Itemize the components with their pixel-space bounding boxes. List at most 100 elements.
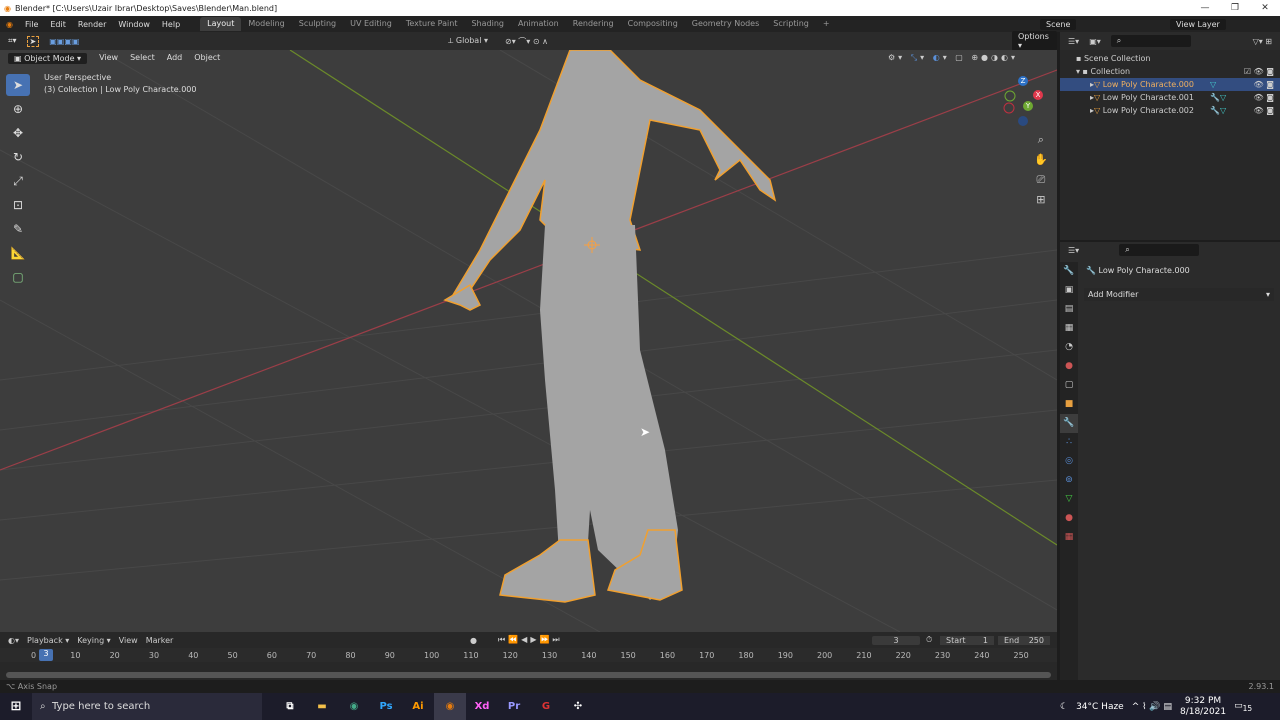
photoshop-icon[interactable]: Ps <box>370 693 402 720</box>
windows-start-icon[interactable]: ⊞ <box>0 693 32 720</box>
playback-controls[interactable]: ⏮⏪◀▶⏩⏭ <box>498 635 563 645</box>
adobe-xd-icon[interactable]: Xd <box>466 693 498 720</box>
gizmo-y[interactable]: Y <box>1025 102 1031 110</box>
menu-edit[interactable]: Edit <box>44 20 72 29</box>
zoom-icon[interactable]: ⌕ <box>1034 130 1048 150</box>
pivot-snap-icons[interactable]: ⊘▾ ⌒▾ ⊙ ∧ <box>505 36 548 47</box>
minimize-button[interactable]: — <box>1190 0 1220 16</box>
mode-dropdown[interactable]: ▣ Object Mode ▾ <box>8 53 88 64</box>
tab-texture-paint[interactable]: Texture Paint <box>399 17 465 31</box>
tab-layout[interactable]: Layout <box>200 17 242 31</box>
outliner-filter-icon[interactable]: ▣▾ <box>1089 37 1101 46</box>
tab-shading[interactable]: Shading <box>464 17 511 31</box>
current-frame-field[interactable]: 3 <box>872 635 920 645</box>
notifications-icon[interactable]: ▭15 <box>1234 701 1252 713</box>
weather-text[interactable]: 34°C Haze <box>1076 702 1124 712</box>
premiere-icon[interactable]: Pr <box>498 693 530 720</box>
transform-tool-icon[interactable]: ⊡ <box>6 194 30 216</box>
add-modifier-dropdown[interactable]: Add Modifier ▾ <box>1084 288 1274 301</box>
object-tab-icon[interactable]: ■ <box>1060 395 1078 414</box>
options-dropdown[interactable]: Options ▾ <box>1012 31 1057 51</box>
end-frame-field[interactable]: End 250 <box>998 635 1050 645</box>
chrome-icon[interactable]: ◉ <box>338 693 370 720</box>
menu-playback[interactable]: Playback ▾ <box>27 636 69 645</box>
blender-menu-icon[interactable]: ◉ <box>0 20 19 29</box>
character-mesh[interactable] <box>443 50 777 603</box>
menu-view[interactable]: View <box>99 53 118 64</box>
blender-taskbar-icon[interactable]: ◉ <box>434 693 466 720</box>
gizmo-x[interactable]: X <box>1036 91 1041 99</box>
weather-icon[interactable]: ☾ <box>1060 702 1068 712</box>
scene-tab-icon[interactable]: ◔ <box>1060 338 1078 357</box>
menu-select[interactable]: Select <box>130 53 155 64</box>
outliner-collection[interactable]: ▾ ▪ Collection ☑ 👁 ◙ <box>1060 65 1280 78</box>
menu-object[interactable]: Object <box>194 53 220 64</box>
view-layer-tab-icon[interactable]: ▦ <box>1060 319 1078 338</box>
data-tab-icon[interactable]: ▽ <box>1060 490 1078 509</box>
menu-add[interactable]: Add <box>167 53 183 64</box>
tool-tab-icon[interactable]: 🔧 <box>1060 262 1078 281</box>
outliner-object-002[interactable]: ▸ ▽ Low Poly Characte.002 🔧▽ 👁 ◙ <box>1060 104 1280 117</box>
physics-tab-icon[interactable]: ◎ <box>1060 452 1078 471</box>
tab-uv-editing[interactable]: UV Editing <box>343 17 399 31</box>
timeline-editor-icon[interactable]: ◐▾ <box>8 636 19 645</box>
app-g-icon[interactable]: G <box>530 693 562 720</box>
cursor-tool-icon[interactable]: ⊕ <box>6 98 30 120</box>
menu-window[interactable]: Window <box>112 20 156 29</box>
collection-tab-icon[interactable]: ▢ <box>1060 376 1078 395</box>
outliner-scene-collection[interactable]: ▪ Scene Collection <box>1060 52 1280 65</box>
particles-tab-icon[interactable]: ∴ <box>1060 433 1078 452</box>
outliner-display-mode-icon[interactable]: ☰▾ <box>1068 37 1079 46</box>
grid-view-icon[interactable]: ⊞ <box>1034 190 1048 210</box>
outliner-search-input[interactable]: ⌕ <box>1110 35 1191 47</box>
task-view-icon[interactable]: ⧉ <box>274 693 306 720</box>
auto-keying-icon[interactable]: ● <box>470 636 477 645</box>
tab-modeling[interactable]: Modeling <box>241 17 291 31</box>
filter-icon[interactable]: ▽▾ ⊞ <box>1253 37 1272 46</box>
outliner-object-000[interactable]: ▸ ▽ Low Poly Characte.000 ▽ 👁 ◙ <box>1060 78 1280 91</box>
select-box-tool-icon[interactable]: ➤ <box>6 74 30 96</box>
timeline-scrollbar[interactable] <box>6 672 1051 678</box>
file-explorer-icon[interactable]: ▬ <box>306 693 338 720</box>
scene-selector[interactable]: Scene <box>1040 18 1077 30</box>
world-tab-icon[interactable]: ● <box>1060 357 1078 376</box>
menu-view[interactable]: View <box>119 636 138 645</box>
system-tray-icons[interactable]: ^ ⌇ 🔊 ▤ <box>1132 702 1172 712</box>
properties-search-input[interactable]: ⌕ <box>1119 244 1200 256</box>
texture-tab-icon[interactable]: ▦ <box>1060 528 1078 547</box>
outliner-object-001[interactable]: ▸ ▽ Low Poly Characte.001 🔧▽ 👁 ◙ <box>1060 91 1280 104</box>
tab-compositing[interactable]: Compositing <box>621 17 685 31</box>
material-tab-icon[interactable]: ● <box>1060 509 1078 528</box>
taskbar-search-box[interactable]: ⌕ Type here to search <box>32 693 262 720</box>
output-tab-icon[interactable]: ▤ <box>1060 300 1078 319</box>
add-cube-tool-icon[interactable]: ▢ <box>6 266 30 288</box>
annotate-tool-icon[interactable]: ✎ <box>6 218 30 240</box>
add-workspace-button[interactable]: + <box>816 17 837 31</box>
navigation-gizmo[interactable]: Z X Y <box>1003 76 1043 126</box>
3d-viewport[interactable]: Z X Y User Perspective (3) Collection | … <box>0 50 1057 632</box>
render-tab-icon[interactable]: ▣ <box>1060 281 1078 300</box>
gizmo-z[interactable]: Z <box>1021 77 1026 85</box>
tab-sculpting[interactable]: Sculpting <box>292 17 343 31</box>
pan-hand-icon[interactable]: ✋ <box>1034 150 1048 170</box>
menu-marker[interactable]: Marker <box>146 636 174 645</box>
tab-rendering[interactable]: Rendering <box>566 17 621 31</box>
properties-editor-type-icon[interactable]: ☰▾ <box>1068 246 1079 255</box>
stopwatch-icon[interactable]: ⏱ <box>926 635 932 645</box>
menu-keying[interactable]: Keying ▾ <box>77 636 110 645</box>
select-tool-icon[interactable]: ➤ <box>26 35 40 47</box>
illustrator-icon[interactable]: Ai <box>402 693 434 720</box>
tab-scripting[interactable]: Scripting <box>766 17 816 31</box>
maximize-button[interactable]: ❐ <box>1220 0 1250 16</box>
clock[interactable]: 9:32 PM 8/18/2021 <box>1180 696 1226 718</box>
slack-icon[interactable]: ✣ <box>562 693 594 720</box>
rotate-tool-icon[interactable]: ↻ <box>6 146 30 168</box>
start-frame-field[interactable]: Start 1 <box>940 635 994 645</box>
scale-tool-icon[interactable]: ⤢ <box>6 170 30 192</box>
viewport-shading-controls[interactable]: ⚙▾ ⤡▾ ◐▾ ▢ ⊕●◑◐▾ <box>888 53 1018 63</box>
menu-file[interactable]: File <box>19 20 44 29</box>
transform-orientation-dropdown[interactable]: ⟂ Global ▾ <box>448 36 488 46</box>
menu-render[interactable]: Render <box>72 20 112 29</box>
measure-tool-icon[interactable]: 📐 <box>6 242 30 264</box>
view-layer-selector[interactable]: View Layer <box>1170 18 1226 30</box>
